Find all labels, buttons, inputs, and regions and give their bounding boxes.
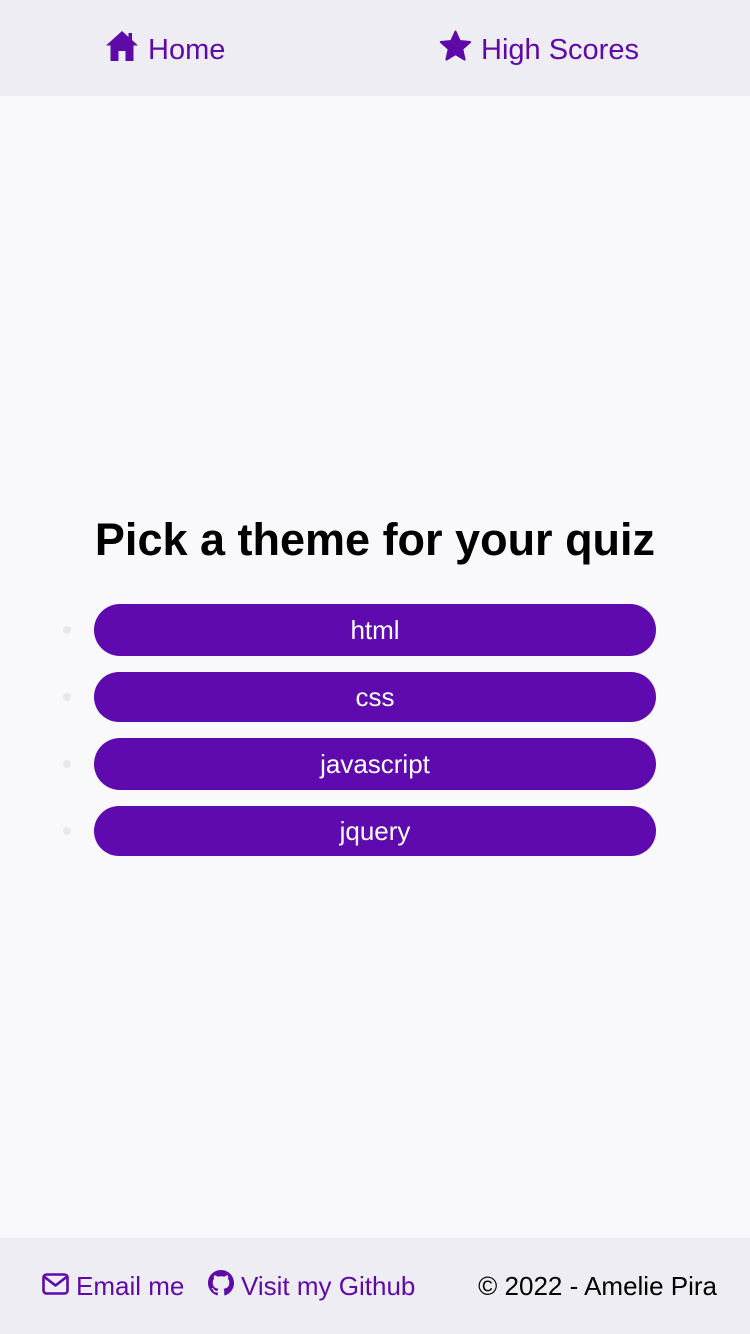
github-icon [208, 1269, 241, 1303]
theme-item-html: html [63, 604, 656, 656]
high-scores-link[interactable]: High Scores [439, 30, 639, 70]
github-label: Visit my Github [241, 1270, 416, 1301]
home-icon [105, 30, 148, 70]
high-scores-label: High Scores [481, 33, 639, 66]
footer: Email me Visit my Github © 2022 - Amelie… [0, 1238, 750, 1334]
list-bullet [63, 760, 71, 768]
theme-item-css: css [63, 672, 656, 722]
theme-button-jquery[interactable]: jquery [94, 806, 656, 856]
home-link[interactable]: Home [105, 30, 225, 70]
theme-item-jquery: jquery [63, 806, 656, 856]
home-label: Home [148, 33, 226, 66]
theme-button-html[interactable]: html [94, 604, 656, 656]
envelope-icon [42, 1271, 76, 1302]
list-bullet [63, 626, 71, 634]
list-bullet [63, 827, 71, 835]
list-bullet [63, 693, 71, 701]
github-link[interactable]: Visit my Github [208, 1268, 415, 1304]
page-title: Pick a theme for your quiz [94, 514, 656, 565]
theme-item-javascript: javascript [63, 738, 656, 790]
main-content: Pick a theme for your quiz html css java… [0, 96, 750, 1238]
email-label: Email me [76, 1270, 185, 1301]
theme-button-css[interactable]: css [94, 672, 656, 722]
top-navigation: Home High Scores [0, 0, 750, 96]
theme-button-javascript[interactable]: javascript [94, 738, 656, 790]
theme-list: html css javascript jquery [63, 604, 656, 856]
copyright-text: © 2022 - Amelie Pira [478, 1270, 717, 1301]
email-link[interactable]: Email me [42, 1268, 184, 1304]
star-icon [439, 30, 481, 70]
